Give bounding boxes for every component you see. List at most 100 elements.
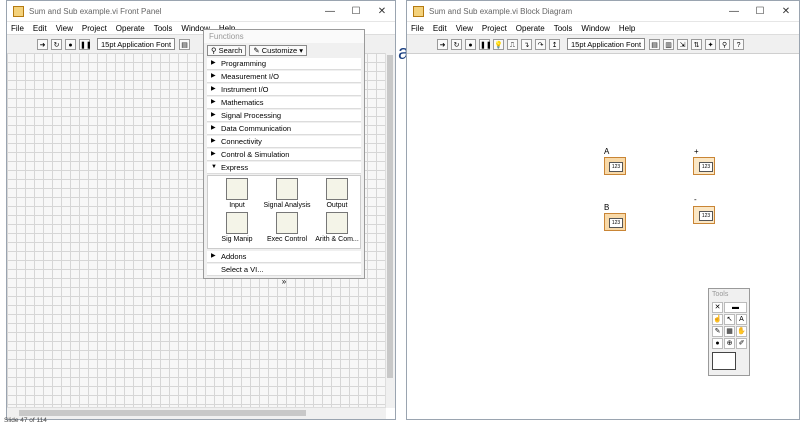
font-selector[interactable]: 15pt Application Font (97, 38, 176, 50)
operate-tool-icon[interactable]: ☝ (712, 314, 723, 325)
menu-view[interactable]: View (456, 24, 473, 33)
tools-palette[interactable]: Tools ✕ ▬ ☝ ↖ A ✎ ▦ ✋ ● ⊕ ✐ (708, 288, 750, 376)
menu-tools[interactable]: Tools (554, 24, 573, 33)
minimize-button[interactable]: — (317, 6, 343, 17)
palette-category-addons[interactable]: ▶ Addons (207, 251, 361, 263)
search-icon[interactable]: ⚲ (719, 38, 731, 50)
express-subpalette: Input Signal Analysis Output Sig Manip E… (207, 175, 361, 249)
position-tool-icon[interactable]: ↖ (724, 314, 735, 325)
menu-edit[interactable]: Edit (33, 24, 47, 33)
search-label: Search (218, 46, 243, 55)
palette-category-control-simulation[interactable]: ▶ Control & Simulation (207, 149, 361, 161)
terminal-a-control[interactable]: 123 (604, 157, 626, 175)
palette-category-data-communication[interactable]: ▶ Data Communication (207, 123, 361, 135)
help-icon[interactable]: ? (733, 38, 745, 50)
auto-tool-icon[interactable]: ✕ (712, 302, 723, 313)
scroll-tool-icon[interactable]: ✋ (736, 326, 747, 337)
distribute-icon[interactable]: ▥ (663, 38, 675, 50)
express-output[interactable]: Output (312, 178, 362, 209)
express-sig-manip[interactable]: Sig Manip (212, 212, 262, 243)
front-panel-title: Sum and Sub example.vi Front Panel (29, 6, 162, 16)
numeric-icon: 123 (609, 218, 623, 228)
front-panel-titlebar[interactable]: Sum and Sub example.vi Front Panel — ☐ ✕ (7, 1, 395, 22)
auto-tool-led-icon[interactable]: ▬ (724, 302, 747, 313)
menu-view[interactable]: View (56, 24, 73, 33)
reorder-icon[interactable]: ⇅ (691, 38, 703, 50)
express-arith-comparison[interactable]: Arith & Com... (312, 212, 362, 243)
numeric-icon: 123 (699, 162, 713, 172)
maximize-button[interactable]: ☐ (343, 6, 369, 17)
horizontal-scrollbar[interactable] (7, 407, 386, 419)
more-chevron-icon[interactable]: » (204, 277, 364, 286)
font-selector[interactable]: 15pt Application Font (567, 38, 646, 50)
menu-window[interactable]: Window (581, 24, 609, 33)
menu-tools[interactable]: Tools (154, 24, 173, 33)
block-diagram-titlebar[interactable]: Sum and Sub example.vi Block Diagram — ☐… (407, 1, 799, 22)
menu-file[interactable]: File (411, 24, 424, 33)
palette-category-express[interactable]: ▼ Express (207, 162, 361, 174)
block-diagram-toolbar: ➜ ↻ ● ❚❚ 💡 ⎍ ↴ ↷ ↥ 15pt Application Font… (407, 34, 799, 54)
palette-category-measurement-io[interactable]: ▶ Measurement I/O (207, 71, 361, 83)
run-arrow-icon[interactable]: ➜ (37, 38, 48, 50)
palette-category-signal-processing[interactable]: ▶ Signal Processing (207, 110, 361, 122)
minimize-button[interactable]: — (721, 6, 747, 17)
menu-operate[interactable]: Operate (116, 24, 145, 33)
cleanup-diagram-icon[interactable]: ✦ (705, 38, 717, 50)
align-icon[interactable]: ▤ (649, 38, 661, 50)
terminal-sum-indicator[interactable]: 123 (693, 157, 715, 175)
pause-icon[interactable]: ❚❚ (479, 38, 492, 50)
block-diagram-title: Sum and Sub example.vi Block Diagram (429, 6, 573, 16)
customize-label: Customize (261, 46, 298, 55)
abort-icon[interactable]: ● (465, 38, 476, 50)
functions-palette[interactable]: Functions ⚲ Search ✎ Customize ▾ ▶ Progra… (203, 29, 365, 286)
express-exec-control[interactable]: Exec Control (262, 212, 312, 243)
express-input[interactable]: Input (212, 178, 262, 209)
step-over-icon[interactable]: ↷ (535, 38, 546, 50)
step-out-icon[interactable]: ↥ (549, 38, 560, 50)
terminal-b-control[interactable]: 123 (604, 213, 626, 231)
collapse-arrow-icon: ▼ (211, 164, 217, 170)
sig-manip-icon (226, 212, 248, 234)
palette-category-mathematics[interactable]: ▶ Mathematics (207, 97, 361, 109)
customize-button[interactable]: ✎ Customize ▾ (249, 45, 308, 56)
close-button[interactable]: ✕ (369, 6, 395, 17)
probe-tool-icon[interactable]: ⊕ (724, 338, 735, 349)
maximize-button[interactable]: ☐ (747, 6, 773, 17)
palette-category-instrument-io[interactable]: ▶ Instrument I/O (207, 84, 361, 96)
wiring-tool-icon[interactable]: ✎ (712, 326, 723, 337)
menu-edit[interactable]: Edit (433, 24, 447, 33)
menu-help[interactable]: Help (619, 24, 635, 33)
menu-operate[interactable]: Operate (516, 24, 545, 33)
run-arrow-icon[interactable]: ➜ (437, 38, 448, 50)
pause-icon[interactable]: ❚❚ (79, 38, 92, 50)
breakpoint-tool-icon[interactable]: ● (712, 338, 723, 349)
highlight-execution-icon[interactable]: 💡 (493, 38, 504, 50)
align-icon[interactable]: ▤ (179, 38, 191, 50)
palette-category-connectivity[interactable]: ▶ Connectivity (207, 136, 361, 148)
shortcut-menu-tool-icon[interactable]: ▦ (724, 326, 735, 337)
color-copy-tool-icon[interactable]: ✐ (736, 338, 747, 349)
express-signal-analysis[interactable]: Signal Analysis (262, 178, 312, 209)
step-into-icon[interactable]: ↴ (521, 38, 532, 50)
input-icon (226, 178, 248, 200)
menu-file[interactable]: File (11, 24, 24, 33)
numeric-icon: 123 (699, 211, 713, 221)
run-continuously-icon[interactable]: ↻ (51, 38, 62, 50)
abort-icon[interactable]: ● (65, 38, 76, 50)
menu-project[interactable]: Project (482, 24, 507, 33)
resize-icon[interactable]: ⇲ (677, 38, 689, 50)
select-vi-item[interactable]: Select a VI... (207, 264, 361, 276)
color-tool-icon[interactable] (712, 352, 736, 370)
close-button[interactable]: ✕ (773, 6, 799, 17)
label-tool-icon[interactable]: A (736, 314, 747, 325)
search-button[interactable]: ⚲ Search (207, 45, 247, 56)
menu-project[interactable]: Project (82, 24, 107, 33)
palette-category-programming[interactable]: ▶ Programming (207, 58, 361, 70)
labview-vi-icon (413, 5, 424, 17)
vertical-scrollbar[interactable] (385, 53, 395, 408)
run-continuously-icon[interactable]: ↻ (451, 38, 462, 50)
terminal-sum-label: + (694, 147, 699, 156)
retain-wire-values-icon[interactable]: ⎍ (507, 38, 518, 50)
exec-control-icon (276, 212, 298, 234)
terminal-diff-indicator[interactable]: 123 (693, 206, 715, 224)
